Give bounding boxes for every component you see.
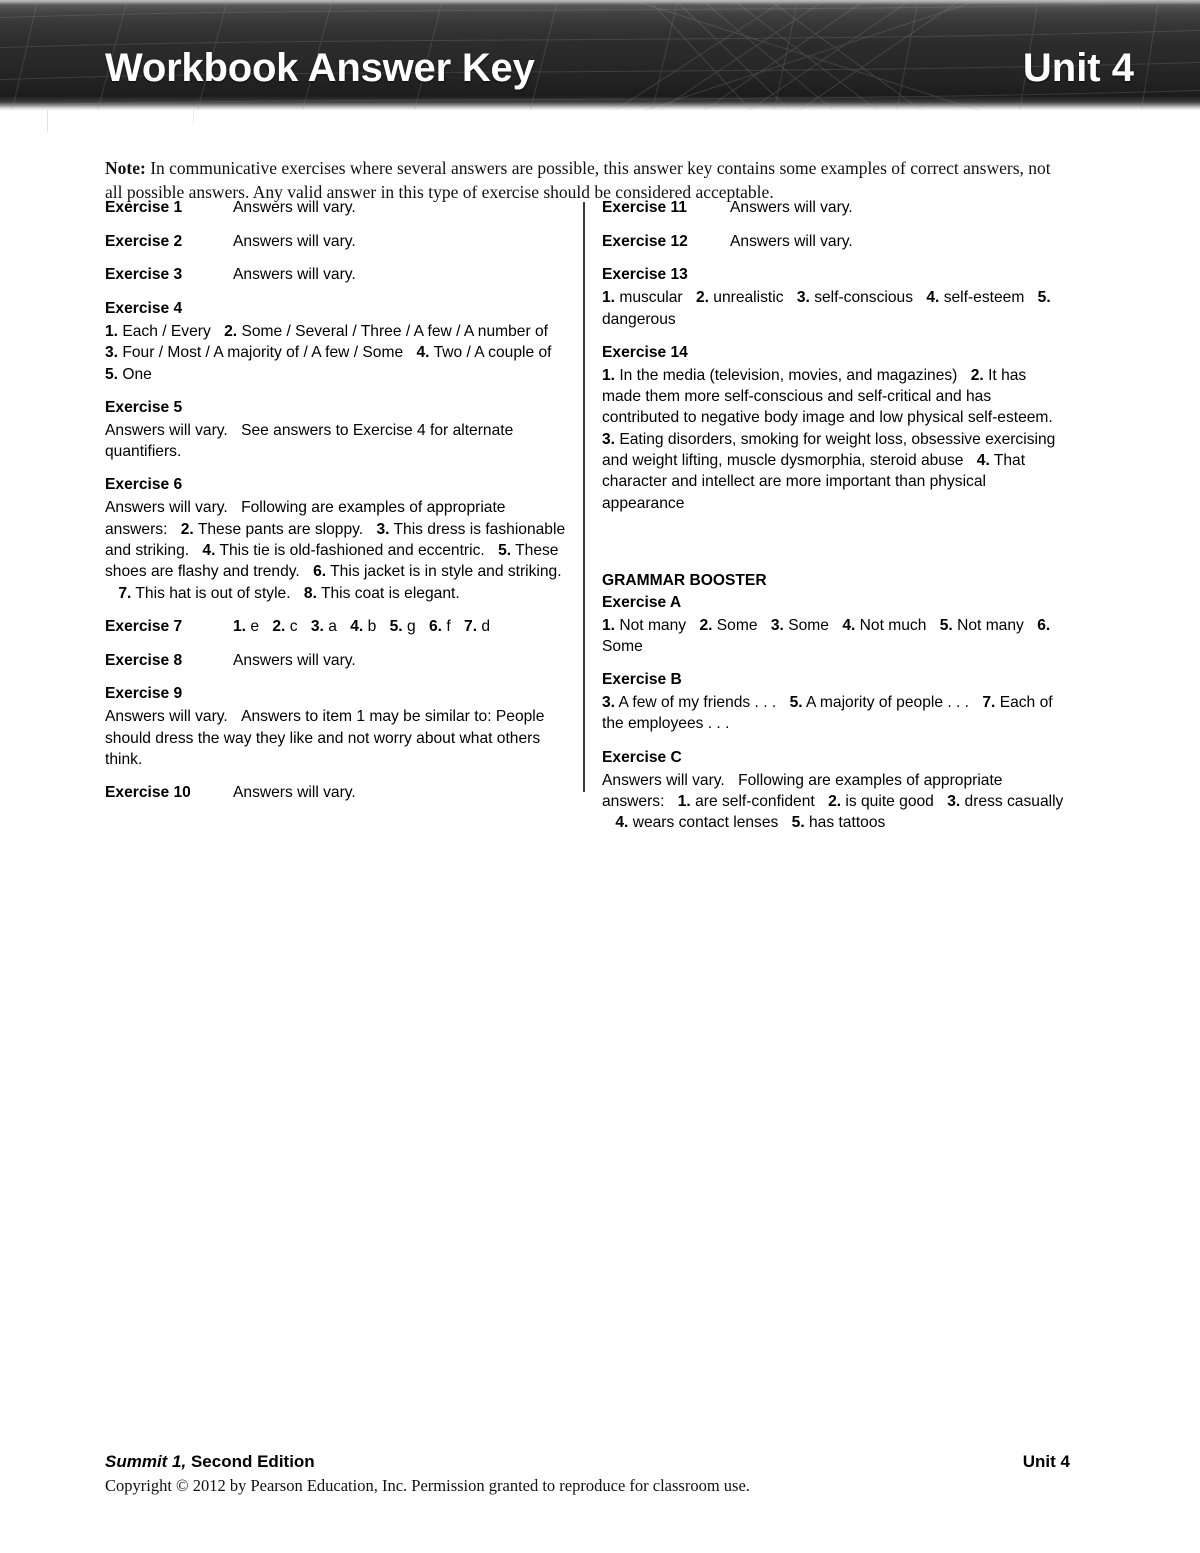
exercise-block: Exercise 2 Answers will vary. [105, 232, 567, 253]
exercise-heading: Exercise 6 [105, 476, 183, 494]
exercise-heading: Exercise 14 [602, 343, 688, 361]
exercise-block: Exercise B 3. A few of my friends . . . … [602, 670, 1064, 734]
footer-edition: Second Edition [186, 1452, 315, 1471]
exercise-block: Exercise 6 Answers will vary. Following … [105, 475, 567, 604]
exercise-block: Exercise 12 Answers will vary. [602, 232, 1064, 253]
exercise-answer: Answers will vary. See answers to Exerci… [105, 421, 514, 461]
page-footer: Summit 1, Second Edition Unit 4 Copyrigh… [105, 1452, 1070, 1496]
page-edge-mark-left [47, 110, 48, 132]
exercise-answer: Answers will vary. [233, 651, 356, 669]
header-unit-label: Unit 4 [1022, 46, 1134, 90]
page-title: Workbook Answer Key [105, 46, 535, 90]
exercise-answer: Answers will vary. [233, 784, 356, 802]
exercise-block: Exercise C Answers will vary. Following … [602, 748, 1064, 834]
exercise-answer: Answers will vary. [233, 199, 356, 216]
exercise-heading: Exercise 7 [105, 618, 183, 635]
exercise-heading: Exercise 9 [105, 685, 183, 703]
note-label: Note: [105, 157, 146, 178]
exercise-answer: Answers will vary. [233, 232, 356, 250]
exercise-heading: Exercise A [602, 593, 682, 611]
exercise-block: Exercise 8 Answers will vary. [105, 651, 567, 672]
exercise-heading: Exercise C [602, 748, 682, 766]
exercise-heading: Exercise 13 [602, 266, 688, 284]
right-answer-column: Exercise 11 Answers will vary. Exercise … [602, 198, 1064, 834]
page-edge-mark-secondary [193, 110, 194, 124]
footer-copyright: Copyright © 2012 by Pearson Education, I… [105, 1476, 750, 1495]
exercise-answer: 1. In the media (television, movies, and… [602, 366, 1056, 512]
exercise-block: Exercise 4 1. Each / Every 2. Some / Sev… [105, 299, 567, 385]
exercise-block: Exercise 3 Answers will vary. [105, 265, 567, 286]
exercise-block: Exercise 1 Answers will vary. [105, 198, 567, 219]
exercise-answer: Answers will vary. Answers to item 1 may… [105, 708, 545, 768]
exercise-block: Exercise 10 Answers will vary. [105, 783, 567, 804]
exercise-answer: Answers will vary. Following are example… [602, 771, 1064, 832]
column-divider [583, 202, 585, 792]
exercise-heading: Exercise 5 [105, 399, 183, 417]
exercise-answer: 1. Each / Every 2. Some / Several / Thre… [105, 322, 552, 383]
grammar-booster-section: GRAMMAR BOOSTER Exercise A 1. Not many 2… [602, 571, 1064, 657]
exercise-answer: Answers will vary. [233, 266, 356, 284]
exercise-block: Exercise 5 Answers will vary. See answer… [105, 398, 567, 462]
page-header-banner: Workbook Answer Key Unit 4 [0, 0, 1200, 110]
exercise-answer: 3. A few of my friends . . . 5. A majori… [602, 694, 1053, 733]
footer-unit-label: Unit 4 [1022, 1452, 1070, 1471]
note-text: In communicative exercises where several… [105, 157, 1051, 203]
exercise-heading: Exercise 2 [105, 232, 183, 250]
exercise-answer: Answers will vary. [730, 232, 853, 250]
exercise-heading: Exercise 8 [105, 651, 183, 669]
exercise-heading: Exercise 1 [105, 199, 183, 216]
exercise-heading: Exercise 4 [105, 300, 183, 318]
exercise-heading: Exercise 11 [602, 199, 687, 216]
left-answer-column: Exercise 1 Answers will vary. Exercise 2… [105, 198, 567, 804]
exercise-heading: Exercise 3 [105, 266, 183, 284]
exercise-answer: Answers will vary. Following are example… [105, 499, 566, 602]
exercise-heading: Exercise 10 [105, 784, 191, 802]
exercise-block: Exercise 7 1. e 2. c 3. a 4. b 5. g 6. f… [105, 617, 567, 638]
exercise-block: Exercise 14 1. In the media (television,… [602, 343, 1064, 514]
exercise-block: Exercise 11 Answers will vary. [602, 198, 1064, 219]
exercise-block: Exercise 9 Answers will vary. Answers to… [105, 684, 567, 770]
exercise-block: Exercise 13 1. muscular 2. unrealistic 3… [602, 265, 1064, 329]
footer-book-name: Summit 1, [105, 1452, 187, 1471]
exercise-answer: Answers will vary. [730, 199, 853, 216]
exercise-answer: 1. e 2. c 3. a 4. b 5. g 6. f 7. d [233, 618, 491, 635]
footer-book-title: Summit 1, Second Edition [105, 1452, 315, 1472]
exercise-heading: Exercise 12 [602, 232, 688, 250]
grammar-booster-title: GRAMMAR BOOSTER [602, 572, 767, 590]
exercise-answer: 1. muscular 2. unrealistic 3. self-consc… [602, 289, 1051, 328]
exercise-heading: Exercise B [602, 671, 682, 689]
exercise-answer: 1. Not many 2. Some 3. Some 4. Not much … [602, 616, 1051, 655]
